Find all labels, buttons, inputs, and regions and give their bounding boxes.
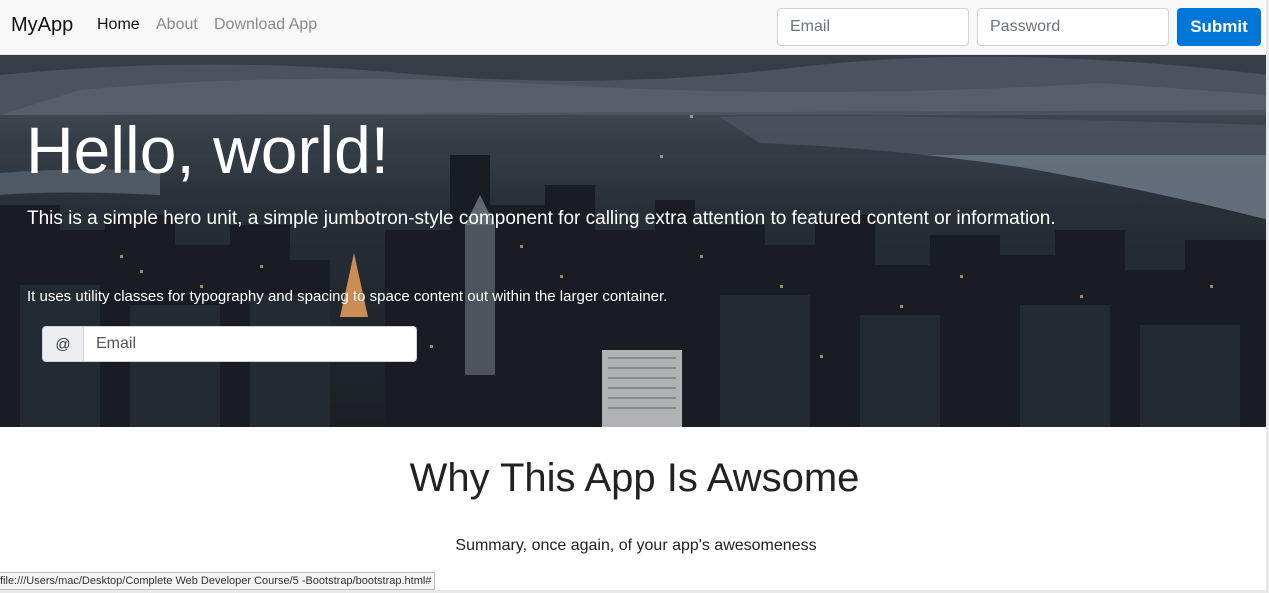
city-background-image — [0, 55, 1269, 427]
navbar-password-input[interactable] — [977, 8, 1169, 46]
section-title: Why This App Is Awsome — [409, 456, 860, 500]
section-summary: Summary, once again, of your app's aweso… — [455, 537, 817, 554]
hero-lead-text: This is a simple hero unit, a simple jum… — [27, 208, 1056, 229]
hero-email-input-group: @ — [42, 326, 417, 362]
browser-status-bar: file:///Users/mac/Desktop/Complete Web D… — [0, 572, 436, 590]
hero-email-input[interactable] — [84, 326, 417, 362]
hero-jumbotron: Hello, world! This is a simple hero unit… — [0, 55, 1269, 427]
submit-button[interactable]: Submit — [1177, 8, 1261, 46]
hero-title: Hello, world! — [26, 113, 390, 187]
nav-link-download-app[interactable]: Download App — [214, 16, 317, 34]
navbar-email-input[interactable] — [777, 8, 969, 46]
navbar: MyApp Home About Download App Submit — [0, 0, 1269, 55]
brand-link[interactable]: MyApp — [11, 14, 73, 37]
hero-sub-text: It uses utility classes for typography a… — [27, 288, 668, 305]
at-sign-addon: @ — [42, 326, 84, 362]
nav-link-about[interactable]: About — [156, 16, 198, 34]
nav-link-home[interactable]: Home — [97, 16, 140, 34]
